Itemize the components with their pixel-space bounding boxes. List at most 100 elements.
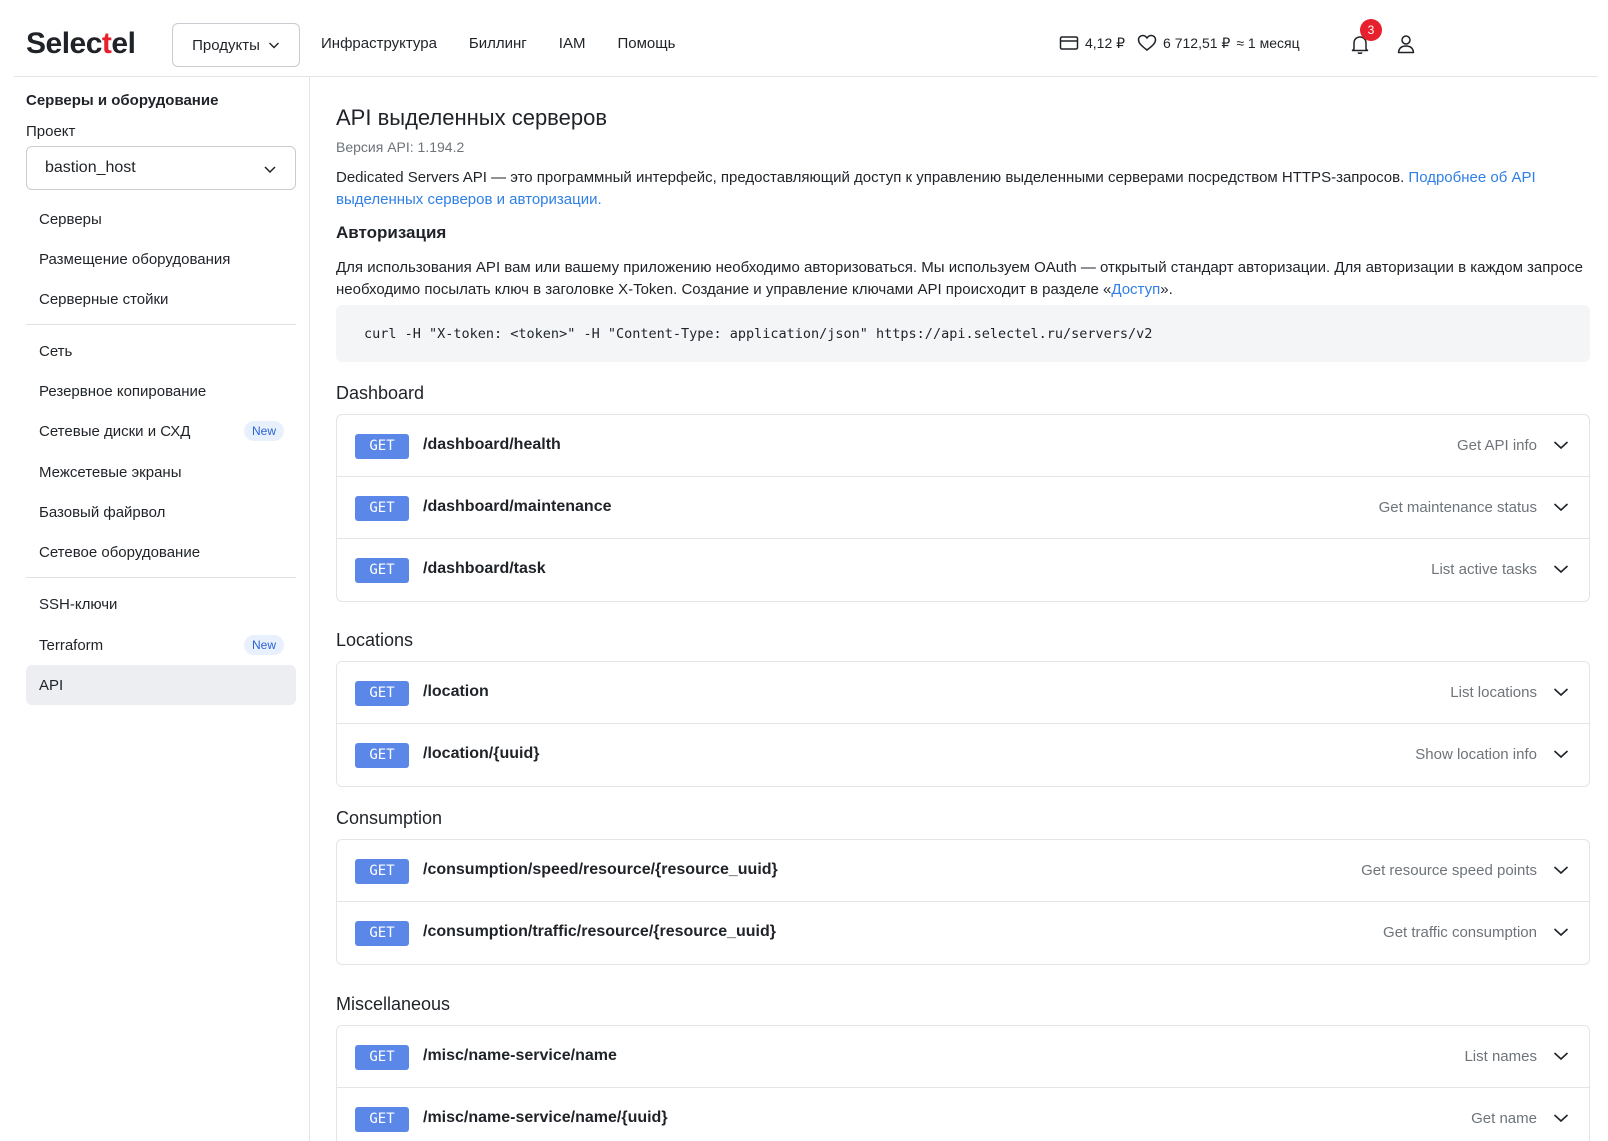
http-method-badge: GET — [355, 1045, 409, 1070]
endpoint-path: /consumption/traffic/resource/{resource_… — [423, 923, 776, 940]
endpoint-row[interactable]: GET /dashboard/health Get API info — [337, 415, 1589, 477]
endpoint-summary: Get traffic consumption — [1383, 924, 1537, 941]
chevron-down-icon[interactable] — [1553, 439, 1569, 451]
endpoint-row[interactable]: GET /location/{uuid} Show location info — [337, 724, 1589, 786]
sidebar-item-label: Межсетевые экраны — [39, 463, 182, 481]
sidebar-item-firewalls[interactable]: Межсетевые экраны — [26, 452, 296, 492]
endpoint-row[interactable]: GET /misc/name-service/name/{uuid} Get n… — [337, 1088, 1589, 1141]
endpoint-row[interactable]: GET /dashboard/task List active tasks — [337, 539, 1589, 601]
sidebar-item-label: Размещение оборудования — [39, 250, 231, 268]
http-method-badge: GET — [355, 921, 409, 946]
sidebar-item-label: Сетевые диски и СХД — [39, 422, 191, 440]
http-method-badge: GET — [355, 496, 409, 521]
new-badge: New — [243, 421, 284, 441]
endpoint-summary: List locations — [1450, 684, 1537, 701]
heart-icon — [1137, 34, 1157, 51]
chevron-down-icon[interactable] — [1553, 864, 1569, 876]
section-title-miscellaneous: Miscellaneous — [336, 994, 451, 1014]
nav-help[interactable]: Помощь — [617, 35, 675, 52]
endpoint-row[interactable]: GET /dashboard/maintenance Get maintenan… — [337, 477, 1589, 539]
sidebar-item-servers[interactable]: Серверы — [26, 199, 296, 239]
sidebar-item-basic-firewall[interactable]: Базовый файрвол — [26, 492, 296, 532]
sidebar-item-label: Сеть — [39, 342, 73, 360]
api-version: Версия API: 1.194.2 — [336, 139, 465, 155]
sidebar-title: Серверы и оборудование — [26, 92, 219, 109]
user-icon[interactable] — [1395, 33, 1417, 55]
endpoint-path: /misc/name-service/name — [423, 1047, 617, 1064]
endpoint-row[interactable]: GET /consumption/traffic/resource/{resou… — [337, 902, 1589, 964]
products-menu-button[interactable]: Продукты — [172, 23, 300, 67]
nav-iam[interactable]: IAM — [559, 35, 586, 52]
sidebar-item-label: Серверы — [39, 210, 102, 228]
nav-billing[interactable]: Биллинг — [469, 35, 527, 52]
project-select[interactable]: bastion_host — [26, 146, 296, 190]
notification-count-badge: 3 — [1360, 19, 1382, 41]
chevron-down-icon[interactable] — [1553, 563, 1569, 575]
sidebar-item-label: Серверные стойки — [39, 290, 169, 308]
http-method-badge: GET — [355, 859, 409, 884]
project-label: Проект — [26, 123, 76, 140]
sidebar-item-api[interactable]: API — [26, 665, 296, 705]
chevron-down-icon[interactable] — [1553, 501, 1569, 513]
logo-text-accent: t — [101, 27, 112, 60]
top-header: Selectel Продукты Инфраструктура Биллинг… — [14, 0, 1598, 77]
chevron-down-icon[interactable] — [1553, 686, 1569, 698]
endpoint-row[interactable]: GET /location List locations — [337, 662, 1589, 724]
main-nav: Инфраструктура Биллинг IAM Помощь — [321, 35, 675, 52]
nav-infrastructure[interactable]: Инфраструктура — [321, 35, 437, 52]
page-title: API выделенных серверов — [336, 105, 608, 130]
period-estimate: ≈ 1 месяц — [1236, 35, 1300, 51]
http-method-badge: GET — [355, 743, 409, 768]
sidebar-item-server-racks[interactable]: Серверные стойки — [26, 279, 296, 319]
http-method-badge: GET — [355, 558, 409, 583]
endpoint-summary: Show location info — [1415, 746, 1537, 763]
sidebar-item-label: Сетевое оборудование — [39, 543, 201, 561]
endpoint-path: /dashboard/maintenance — [423, 498, 612, 515]
project-select-value: bastion_host — [45, 159, 136, 176]
endpoint-group-locations: GET /location List locations GET /locati… — [336, 661, 1590, 787]
endpoint-summary: Get name — [1471, 1110, 1537, 1127]
curl-example-code: curl -H "X-token: <token>" -H "Content-T… — [336, 305, 1590, 362]
logo-text-suffix: el — [111, 27, 136, 60]
http-method-badge: GET — [355, 1107, 409, 1132]
endpoint-summary: List active tasks — [1431, 561, 1537, 578]
products-label: Продукты — [192, 36, 260, 54]
chevron-down-icon — [268, 42, 279, 49]
bonus-value: 6 712,51 ₽ — [1163, 34, 1231, 51]
balance-widget[interactable]: 4,12 ₽ 6 712,51 ₽ ≈ 1 месяц — [1059, 34, 1300, 52]
chevron-down-icon — [264, 166, 276, 174]
chevron-down-icon[interactable] — [1553, 1050, 1569, 1062]
auth-heading: Авторизация — [336, 223, 447, 242]
endpoint-row[interactable]: GET /consumption/speed/resource/{resourc… — [337, 840, 1589, 902]
balance-value: 4,12 ₽ — [1085, 34, 1126, 51]
description-text: Dedicated Servers API — это программный … — [336, 169, 1409, 186]
auth-description: Для использования API вам или вашему при… — [336, 257, 1586, 301]
endpoint-path: /dashboard/health — [423, 436, 561, 453]
chevron-down-icon[interactable] — [1553, 1112, 1569, 1124]
sidebar-item-network-disks[interactable]: Сетевые диски и СХД New — [26, 411, 296, 451]
endpoint-path: /consumption/speed/resource/{resource_uu… — [423, 861, 778, 878]
api-description: Dedicated Servers API — это программный … — [336, 167, 1586, 211]
sidebar-item-label: Terraform — [39, 636, 104, 654]
sidebar-item-ssh-keys[interactable]: SSH-ключи — [26, 584, 296, 624]
sidebar-item-label: SSH-ключи — [39, 595, 118, 613]
endpoint-path: /misc/name-service/name/{uuid} — [423, 1109, 668, 1126]
endpoint-summary: Get resource speed points — [1361, 862, 1537, 879]
sidebar-item-network[interactable]: Сеть — [26, 331, 296, 371]
endpoint-summary: Get maintenance status — [1378, 499, 1537, 516]
sidebar-item-backup[interactable]: Резервное копирование — [26, 371, 296, 411]
sidebar-item-colocation[interactable]: Размещение оборудования — [26, 239, 296, 279]
endpoint-row[interactable]: GET /misc/name-service/name List names — [337, 1026, 1589, 1088]
sidebar-item-label: API — [39, 676, 64, 694]
selectel-logo[interactable]: Selectel — [26, 27, 136, 61]
section-title-dashboard: Dashboard — [336, 383, 425, 403]
sidebar-item-terraform[interactable]: Terraform New — [26, 625, 296, 665]
http-method-badge: GET — [355, 681, 409, 706]
chevron-down-icon[interactable] — [1553, 748, 1569, 760]
endpoint-group-consumption: GET /consumption/speed/resource/{resourc… — [336, 839, 1590, 965]
endpoint-group-miscellaneous: GET /misc/name-service/name List names G… — [336, 1025, 1590, 1141]
chevron-down-icon[interactable] — [1553, 926, 1569, 938]
access-link[interactable]: Доступ — [1111, 281, 1160, 298]
auth-text-end: ». — [1160, 281, 1173, 298]
sidebar-item-network-equipment[interactable]: Сетевое оборудование — [26, 532, 296, 572]
